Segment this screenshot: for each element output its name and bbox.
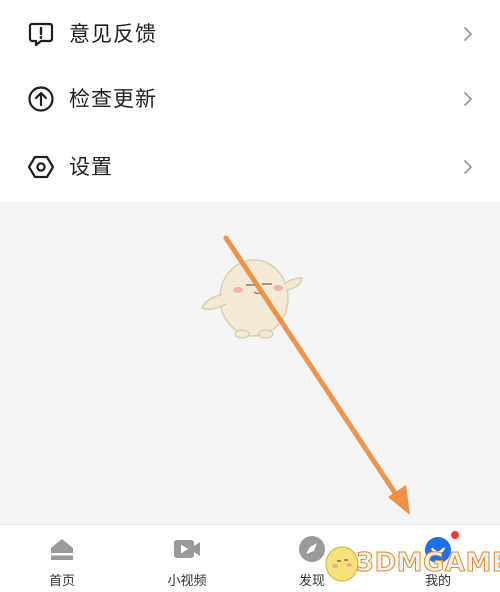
menu-item-settings[interactable]: 设置 [0, 133, 500, 201]
tab-home[interactable]: 首页 [0, 525, 124, 592]
chevron-right-icon [464, 160, 472, 174]
watermark: 3DMGAME [318, 540, 500, 588]
settings-hexagon-icon [27, 155, 55, 179]
mascot-watermark-icon [201, 259, 303, 339]
tab-short-video[interactable]: 小视频 [125, 525, 249, 592]
tab-label: 小视频 [167, 574, 207, 589]
tab-label: 首页 [48, 574, 75, 589]
feedback-icon [28, 22, 54, 47]
upload-arrow-icon [28, 86, 54, 112]
menu-item-check-update[interactable]: 检查更新 [0, 65, 500, 133]
settings-menu: 意见反馈 检查更新 设置 [0, 0, 500, 202]
watermark-text: 3DMGAME [355, 548, 500, 579]
menu-item-feedback[interactable]: 意见反馈 [0, 0, 500, 68]
menu-item-label: 检查更新 [69, 87, 157, 111]
chevron-right-icon [464, 92, 472, 106]
video-icon [174, 540, 200, 558]
chevron-right-icon [464, 27, 472, 41]
notification-badge [451, 531, 459, 539]
menu-item-label: 意见反馈 [69, 22, 157, 46]
menu-item-label: 设置 [69, 155, 113, 179]
home-icon [51, 539, 73, 560]
